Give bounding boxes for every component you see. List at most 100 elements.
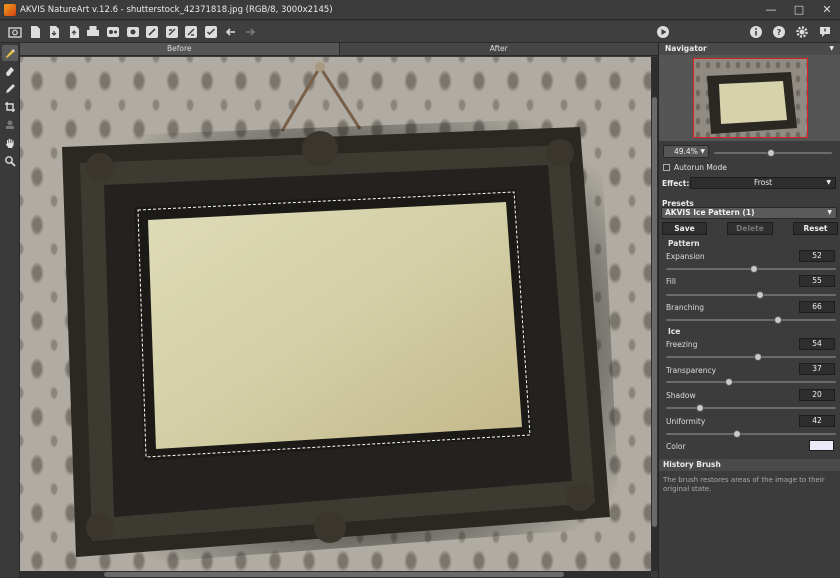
image-canvas[interactable] bbox=[20, 57, 651, 571]
zoom-row: 49.4% ▼ bbox=[659, 141, 840, 161]
autorun-row: Autorun Mode bbox=[659, 161, 840, 175]
param-expansion-label: Expansion bbox=[666, 252, 705, 261]
vertical-scroll-thumb[interactable] bbox=[652, 97, 657, 527]
brush-icon[interactable] bbox=[143, 24, 161, 40]
history-brush-description: The brush restores areas of the image to… bbox=[663, 476, 825, 493]
param-freezing-knob[interactable] bbox=[753, 353, 762, 361]
back-arrow-icon[interactable] bbox=[222, 24, 240, 40]
svg-text:?: ? bbox=[777, 28, 782, 37]
param-branching-slider[interactable] bbox=[666, 316, 836, 324]
param-freezing-value[interactable]: 54 bbox=[799, 338, 835, 350]
horizontal-scroll-thumb[interactable] bbox=[104, 572, 564, 577]
param-shadow-slider[interactable] bbox=[666, 404, 836, 412]
chevron-down-icon: ▼ bbox=[826, 179, 831, 186]
effect-row: Effect: Frost ▼ bbox=[659, 175, 840, 191]
param-uniformity-value[interactable]: 42 bbox=[799, 415, 835, 427]
effect-value: Frost bbox=[753, 178, 773, 187]
maximize-icon[interactable]: □ bbox=[792, 3, 806, 17]
window-title: AKVIS NatureArt v.12.6 - shutterstock_42… bbox=[20, 4, 333, 15]
home-icon[interactable] bbox=[6, 24, 24, 40]
param-branching-value[interactable]: 66 bbox=[799, 301, 835, 313]
save-file-icon[interactable] bbox=[45, 24, 63, 40]
preset-dropdown[interactable]: AKVIS Ice Pattern (1) ▼ bbox=[661, 207, 837, 219]
tab-before[interactable]: Before bbox=[20, 43, 339, 55]
stamp-icon[interactable] bbox=[2, 117, 18, 133]
title-bar: AKVIS NatureArt v.12.6 - shutterstock_42… bbox=[0, 0, 840, 20]
zoom-slider[interactable] bbox=[714, 149, 832, 157]
batch-icon[interactable] bbox=[104, 24, 122, 40]
info-icon[interactable] bbox=[747, 24, 765, 40]
param-transparency-label: Transparency bbox=[666, 366, 717, 375]
settings-brush-icon[interactable] bbox=[182, 24, 200, 40]
delete-preset-button[interactable]: Delete bbox=[727, 222, 773, 235]
gear-icon[interactable] bbox=[793, 24, 811, 40]
tab-after[interactable]: After bbox=[338, 43, 659, 55]
navigator-title: Navigator bbox=[665, 44, 707, 53]
history-brush-title: History Brush bbox=[659, 459, 840, 471]
navigator-header: Navigator ▼ bbox=[659, 43, 840, 55]
hand-icon[interactable] bbox=[2, 135, 18, 151]
horizontal-scrollbar[interactable] bbox=[20, 571, 651, 578]
open-file-icon[interactable] bbox=[26, 24, 44, 40]
crop-icon[interactable] bbox=[2, 99, 18, 115]
param-expansion-value[interactable]: 52 bbox=[799, 250, 835, 262]
param-uniformity-label: Uniformity bbox=[666, 417, 706, 426]
reset-preset-button[interactable]: Reset bbox=[793, 222, 838, 235]
ice-color-swatch[interactable] bbox=[809, 440, 834, 451]
zoom-slider-knob[interactable] bbox=[766, 149, 775, 157]
export-icon[interactable] bbox=[65, 24, 83, 40]
zoom-dropdown[interactable]: 49.4% ▼ bbox=[663, 145, 709, 158]
panel-menu-icon[interactable]: ▼ bbox=[829, 43, 834, 55]
param-shadow-value[interactable]: 20 bbox=[799, 389, 835, 401]
chevron-down-icon: ▼ bbox=[827, 209, 832, 216]
history-brush-icon[interactable] bbox=[2, 45, 18, 61]
frame-photo bbox=[62, 62, 620, 567]
check-brush-icon[interactable] bbox=[202, 24, 220, 40]
effect-dropdown[interactable]: Frost ▼ bbox=[690, 177, 836, 189]
param-transparency-knob[interactable] bbox=[724, 378, 733, 386]
param-fill-knob[interactable] bbox=[755, 291, 764, 299]
minimize-icon[interactable]: — bbox=[764, 3, 778, 17]
help-icon[interactable]: ? bbox=[770, 24, 788, 40]
param-fill-label: Fill bbox=[666, 277, 677, 286]
param-transparency-value[interactable]: 37 bbox=[799, 363, 835, 375]
feedback-icon[interactable] bbox=[816, 24, 834, 40]
param-fill-value[interactable]: 55 bbox=[799, 275, 835, 287]
param-uniformity-slider[interactable] bbox=[666, 430, 836, 438]
param-expansion-slider[interactable] bbox=[666, 265, 836, 273]
main-toolbar: ? bbox=[0, 21, 840, 43]
param-freezing-slider[interactable] bbox=[666, 353, 836, 361]
print-icon[interactable] bbox=[84, 24, 102, 40]
close-icon[interactable]: ✕ bbox=[820, 3, 834, 17]
param-shadow-knob[interactable] bbox=[696, 404, 704, 412]
param-expansion-knob[interactable] bbox=[750, 265, 759, 273]
param-fill-slider[interactable] bbox=[666, 291, 836, 299]
app-logo-icon bbox=[4, 3, 16, 16]
vertical-scrollbar[interactable] bbox=[651, 57, 658, 571]
batch-settings-icon[interactable] bbox=[124, 24, 142, 40]
navigator-viewport[interactable] bbox=[693, 58, 808, 138]
param-branching-label: Branching bbox=[666, 303, 705, 312]
param-branching-knob[interactable] bbox=[774, 316, 783, 324]
pencil-icon[interactable] bbox=[2, 81, 18, 97]
navigator-preview[interactable] bbox=[659, 55, 840, 141]
param-transparency-slider[interactable] bbox=[666, 378, 836, 386]
forward-arrow-icon[interactable] bbox=[241, 24, 259, 40]
pattern-section-label: Pattern bbox=[668, 239, 700, 248]
param-shadow-label: Shadow bbox=[666, 391, 696, 400]
eraser-icon[interactable] bbox=[2, 63, 18, 79]
ice-section-label: Ice bbox=[668, 327, 681, 336]
preset-value: AKVIS Ice Pattern (1) bbox=[665, 208, 755, 217]
run-icon[interactable] bbox=[654, 24, 672, 40]
color-label: Color bbox=[666, 442, 686, 451]
view-tabs: Before After bbox=[20, 43, 658, 56]
zoom-value: 49.4% bbox=[674, 147, 698, 156]
autorun-label: Autorun Mode bbox=[674, 163, 727, 172]
autorun-checkbox[interactable] bbox=[663, 164, 670, 171]
param-freezing-label: Freezing bbox=[666, 340, 698, 349]
save-preset-button[interactable]: Save bbox=[662, 222, 707, 235]
param-uniformity-knob[interactable] bbox=[733, 430, 742, 438]
brush-preset-icon[interactable] bbox=[163, 24, 181, 40]
zoom-icon[interactable] bbox=[2, 153, 18, 169]
chevron-down-icon: ▼ bbox=[700, 148, 705, 155]
